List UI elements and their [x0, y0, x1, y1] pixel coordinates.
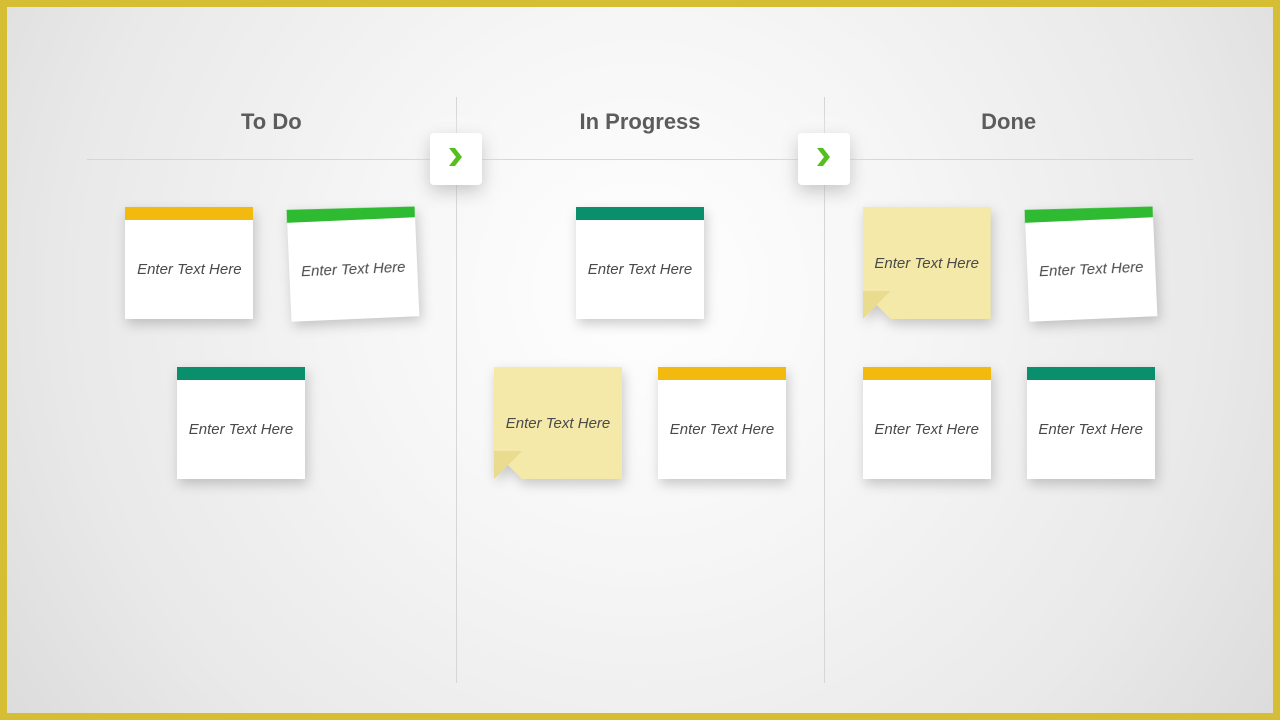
note-text: Enter Text Here: [863, 380, 991, 479]
sticky-note[interactable]: Enter Text Here: [658, 367, 786, 479]
note-text: Enter Text Here: [1025, 217, 1157, 321]
note-text: Enter Text Here: [863, 207, 991, 319]
kanban-board: To Do In Progress Done Enter Text Here: [87, 97, 1193, 653]
note-text: Enter Text Here: [576, 220, 704, 319]
sticky-note[interactable]: Enter Text Here: [177, 367, 305, 479]
note-strip: [576, 207, 704, 221]
note-text: Enter Text Here: [494, 367, 622, 479]
header-done: Done: [824, 109, 1193, 135]
sticky-note[interactable]: Enter Text Here: [1024, 204, 1157, 321]
sticky-note[interactable]: Enter Text Here: [125, 207, 253, 319]
lane-done: Enter Text Here Enter Text Here Enter Te…: [824, 207, 1193, 653]
lanes: Enter Text Here Enter Text Here Enter Te…: [87, 207, 1193, 653]
sticky-note[interactable]: Enter Text Here: [494, 367, 622, 479]
note-text: Enter Text Here: [125, 220, 253, 319]
lane-inprogress: Enter Text Here Enter Text Here Enter Te…: [456, 207, 825, 653]
note-strip: [863, 367, 991, 381]
slide-frame: To Do In Progress Done Enter Text Here: [0, 0, 1280, 720]
sticky-note[interactable]: Enter Text Here: [287, 204, 420, 321]
horizontal-divider: [87, 159, 1193, 160]
note-text: Enter Text Here: [288, 217, 420, 321]
transition-button-2[interactable]: [798, 133, 850, 185]
sticky-note[interactable]: Enter Text Here: [863, 367, 991, 479]
chevron-right-icon: [444, 145, 468, 174]
note-strip: [658, 367, 786, 381]
sticky-note[interactable]: Enter Text Here: [1027, 367, 1155, 479]
column-headers: To Do In Progress Done: [87, 97, 1193, 147]
note-text: Enter Text Here: [658, 380, 786, 479]
note-text: Enter Text Here: [1027, 380, 1155, 479]
chevron-right-icon: [812, 145, 836, 174]
sticky-note[interactable]: Enter Text Here: [576, 207, 704, 319]
note-strip: [177, 367, 305, 381]
header-inprogress: In Progress: [456, 109, 825, 135]
note-strip: [1027, 367, 1155, 381]
transition-button-1[interactable]: [430, 133, 482, 185]
lane-todo: Enter Text Here Enter Text Here Enter Te…: [87, 207, 456, 653]
sticky-note[interactable]: Enter Text Here: [863, 207, 991, 319]
header-todo: To Do: [87, 109, 456, 135]
note-strip: [125, 207, 253, 221]
note-text: Enter Text Here: [177, 380, 305, 479]
